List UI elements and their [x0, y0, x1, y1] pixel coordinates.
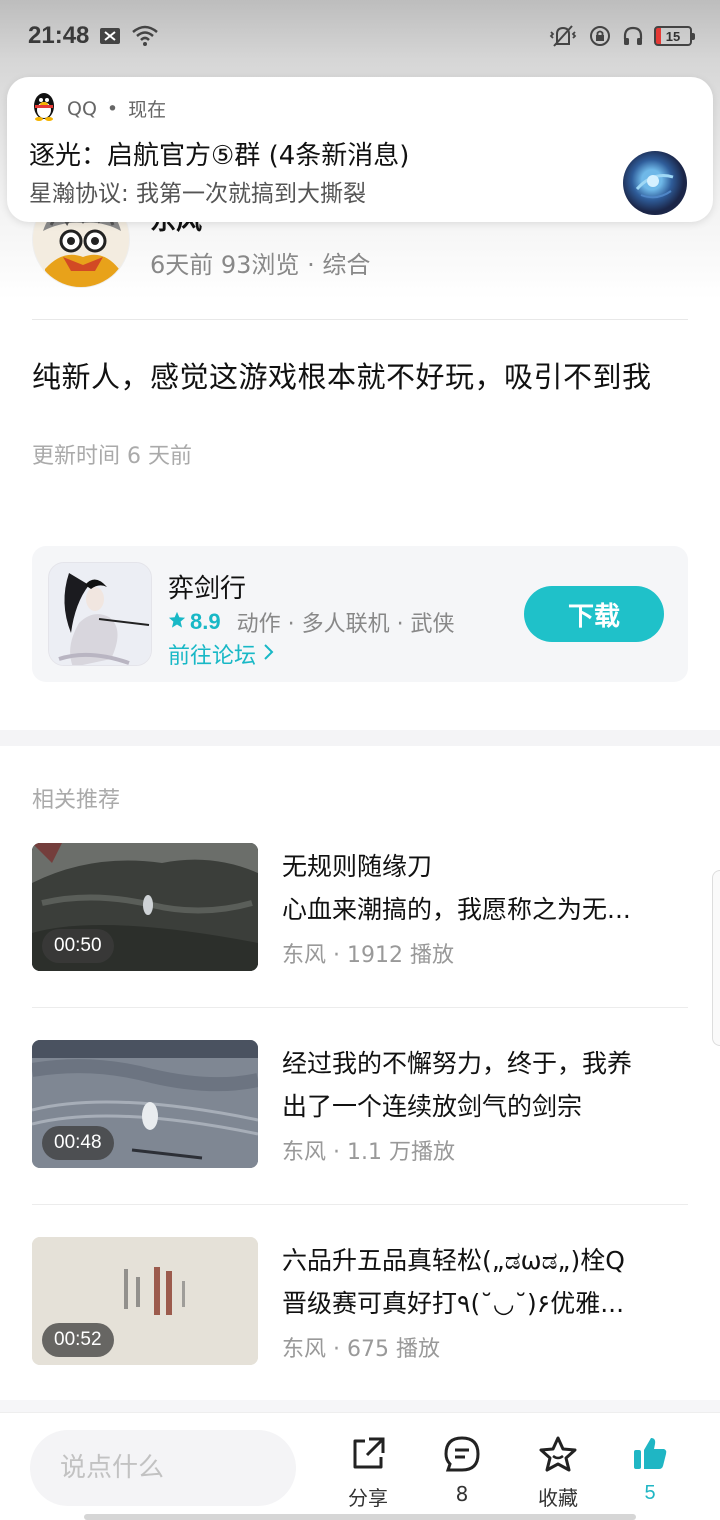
chevron-right-icon	[262, 642, 274, 667]
notification-body: 星瀚协议: 我第一次就搞到大撕裂	[29, 181, 367, 207]
title-line: 出了一个连续放剑气的剑宗	[282, 1092, 583, 1121]
recommendation-item[interactable]: 00:50 无规则随缘刀 心血来潮搞的，我愿称之为无... 东风 · 1912 …	[32, 843, 688, 973]
recommendation-item[interactable]: 00:48 经过我的不懈努力，终于，我养 出了一个连续放剑气的剑宗 东风 · 1…	[32, 1040, 688, 1170]
title-line: 经过我的不懈努力，终于，我养	[282, 1049, 633, 1078]
status-bar: 21:48 15	[0, 0, 720, 72]
comment-button[interactable]: 8	[422, 1435, 502, 1506]
share-button[interactable]: 分享	[328, 1435, 408, 1511]
favorite-button[interactable]: 收藏	[518, 1435, 598, 1511]
title-line: 六品升五品真轻松(„ಡωಡ„)栓Q	[282, 1246, 625, 1275]
video-duration: 00:48	[42, 1126, 114, 1160]
post-content: 纯新人，感觉这游戏根本就不好玩，吸引不到我	[32, 360, 652, 394]
title-line: 晋级赛可真好打٩(˘◡˘)۶优雅...	[282, 1289, 625, 1318]
home-indicator[interactable]	[84, 1514, 636, 1520]
like-count: 5	[644, 1482, 656, 1504]
meta-separator: ·	[333, 943, 348, 968]
game-card[interactable]: 弈剑行 8.9 动作 · 多人联机 · 武侠 前往论坛 下载	[32, 546, 688, 682]
bottom-action-bar: 分享 8 收藏 5	[0, 1412, 720, 1520]
comment-count: 8	[455, 1482, 469, 1506]
post-meta: 6天前 93浏览 · 综合	[150, 251, 371, 279]
download-button[interactable]: 下载	[524, 586, 664, 642]
recommendation-title: 无规则随缘刀 心血来潮搞的，我愿称之为无...	[282, 845, 682, 931]
video-plays: 1.1 万播放	[347, 1140, 455, 1165]
notification-title: 逐光：启航官方⑤群 (4条新消息)	[29, 141, 410, 171]
divider	[32, 1007, 688, 1008]
divider	[32, 1204, 688, 1205]
comment-icon	[443, 1435, 481, 1478]
recommendation-meta: 东风 · 1.1 万播放	[282, 1134, 455, 1166]
video-author: 东风	[282, 1337, 327, 1362]
game-name: 弈剑行	[168, 574, 247, 604]
game-rating: 8.9	[168, 609, 221, 635]
divider	[32, 319, 688, 320]
qq-penguin-icon	[31, 91, 57, 126]
screen: 21:48 15 QQ • 现在 逐光：启航官方⑤群 (4条新消息) 星瀚协议:…	[0, 0, 720, 1520]
meta-separator: ·	[333, 1140, 348, 1165]
forum-link-label: 前往论坛	[168, 644, 257, 669]
video-thumbnail[interactable]: 00:50	[32, 843, 258, 971]
meta-separator: ·	[333, 1337, 348, 1362]
favorite-label: 收藏	[538, 1486, 578, 1510]
rating-value: 8.9	[190, 609, 221, 634]
notification-time: 现在	[128, 99, 167, 121]
vibrate-icon	[548, 24, 578, 48]
group-avatar	[623, 151, 687, 215]
video-author: 东风	[282, 943, 327, 968]
thumbs-up-icon	[631, 1435, 669, 1478]
status-time: 21:48	[28, 22, 90, 49]
share-label: 分享	[348, 1486, 388, 1510]
notification-app-name: QQ	[67, 97, 97, 120]
title-line: 心血来潮搞的，我愿称之为无...	[282, 895, 631, 924]
recommendation-title: 经过我的不懈努力，终于，我养 出了一个连续放剑气的剑宗	[282, 1042, 682, 1128]
recommendation-item[interactable]: 00:52 六品升五品真轻松(„ಡωಡ„)栓Q 晋级赛可真好打٩(˘◡˘)۶优雅…	[32, 1237, 688, 1367]
comment-input[interactable]	[30, 1430, 296, 1506]
game-tags: 动作 · 多人联机 · 武侠	[236, 612, 455, 637]
qq-notification[interactable]: QQ • 现在 逐光：启航官方⑤群 (4条新消息) 星瀚协议: 我第一次就搞到大…	[7, 77, 713, 222]
video-plays: 675 播放	[347, 1337, 441, 1362]
video-plays: 1912 播放	[347, 943, 454, 968]
like-button[interactable]: 5	[610, 1435, 690, 1505]
battery-indicator: 15	[654, 26, 695, 46]
notification-separator: •	[106, 97, 119, 120]
recommendation-title: 六品升五品真轻松(„ಡωಡ„)栓Q 晋级赛可真好打٩(˘◡˘)۶优雅...	[282, 1239, 682, 1325]
update-time: 更新时间 6 天前	[32, 444, 192, 469]
recommendation-meta: 东风 · 675 播放	[282, 1331, 440, 1363]
star-outline-icon	[538, 1435, 578, 1478]
game-info: 8.9 动作 · 多人联机 · 武侠	[168, 606, 455, 638]
video-author: 东风	[282, 1140, 327, 1165]
rotation-lock-icon	[588, 24, 612, 48]
title-line: 无规则随缘刀	[282, 852, 433, 881]
section-separator	[0, 730, 720, 746]
side-scroll-handle[interactable]	[712, 870, 720, 1046]
headphones-icon	[622, 25, 644, 47]
video-thumbnail[interactable]: 00:52	[32, 1237, 258, 1365]
video-thumbnail[interactable]: 00:48	[32, 1040, 258, 1168]
video-duration: 00:52	[42, 1323, 114, 1357]
forum-link[interactable]: 前往论坛	[168, 638, 274, 670]
game-icon	[48, 562, 152, 666]
wifi-icon	[131, 25, 159, 47]
related-section-title: 相关推荐	[32, 788, 121, 813]
share-icon	[349, 1435, 387, 1478]
recommendation-meta: 东风 · 1912 播放	[282, 937, 454, 969]
message-notification-icon	[99, 27, 121, 45]
star-icon	[168, 609, 186, 635]
video-duration: 00:50	[42, 929, 114, 963]
bottom-gap	[0, 1400, 720, 1412]
